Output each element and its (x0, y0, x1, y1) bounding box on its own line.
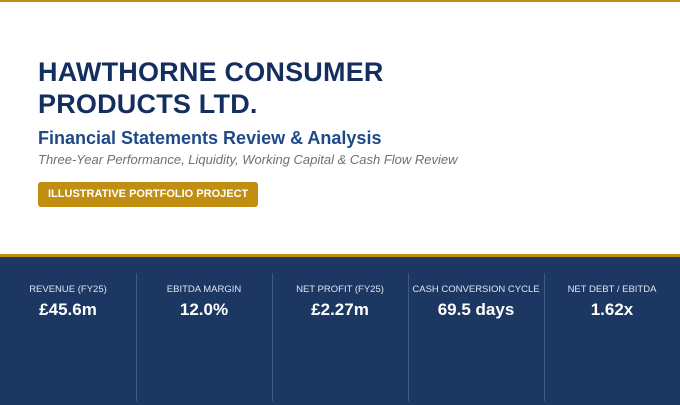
kpi-cash-conversion-cycle: CASH CONVERSION CYCLE 69.5 days (408, 257, 544, 405)
kpi-net-profit: NET PROFIT (FY25) £2.27m (272, 257, 408, 405)
report-subtitle: Financial Statements Review & Analysis (38, 128, 382, 148)
kpi-net-debt-ebitda: NET DEBT / EBITDA 1.62x (544, 257, 680, 405)
kpi-revenue: REVENUE (FY25) £45.6m (0, 257, 136, 405)
kpi-label: EBITDA MARGIN (166, 284, 242, 295)
kpi-label: NET DEBT / EBITDA (567, 284, 657, 295)
company-title: HAWTHORNE CONSUMER PRODUCTS LTD. (38, 57, 384, 119)
kpi-band: REVENUE (FY25) £45.6m EBITDA MARGIN 12.0… (0, 257, 680, 405)
kpi-label: NET PROFIT (FY25) (296, 284, 384, 295)
kpi-label: CASH CONVERSION CYCLE (412, 284, 540, 295)
kpi-label: REVENUE (FY25) (29, 284, 107, 295)
kpi-value: £2.27m (311, 300, 369, 319)
kpi-value: 1.62x (590, 300, 634, 319)
kpi-value: 12.0% (179, 300, 229, 319)
kpi-value: 69.5 days (437, 300, 515, 319)
kpi-value: £45.6m (39, 300, 97, 319)
cover-hero: HAWTHORNE CONSUMER PRODUCTS LTD. Financi… (0, 2, 680, 254)
kpi-ebitda-margin: EBITDA MARGIN 12.0% (136, 257, 272, 405)
report-tagline: Three-Year Performance, Liquidity, Worki… (38, 152, 458, 167)
project-badge: ILLUSTRATIVE PORTFOLIO PROJECT (38, 182, 259, 207)
